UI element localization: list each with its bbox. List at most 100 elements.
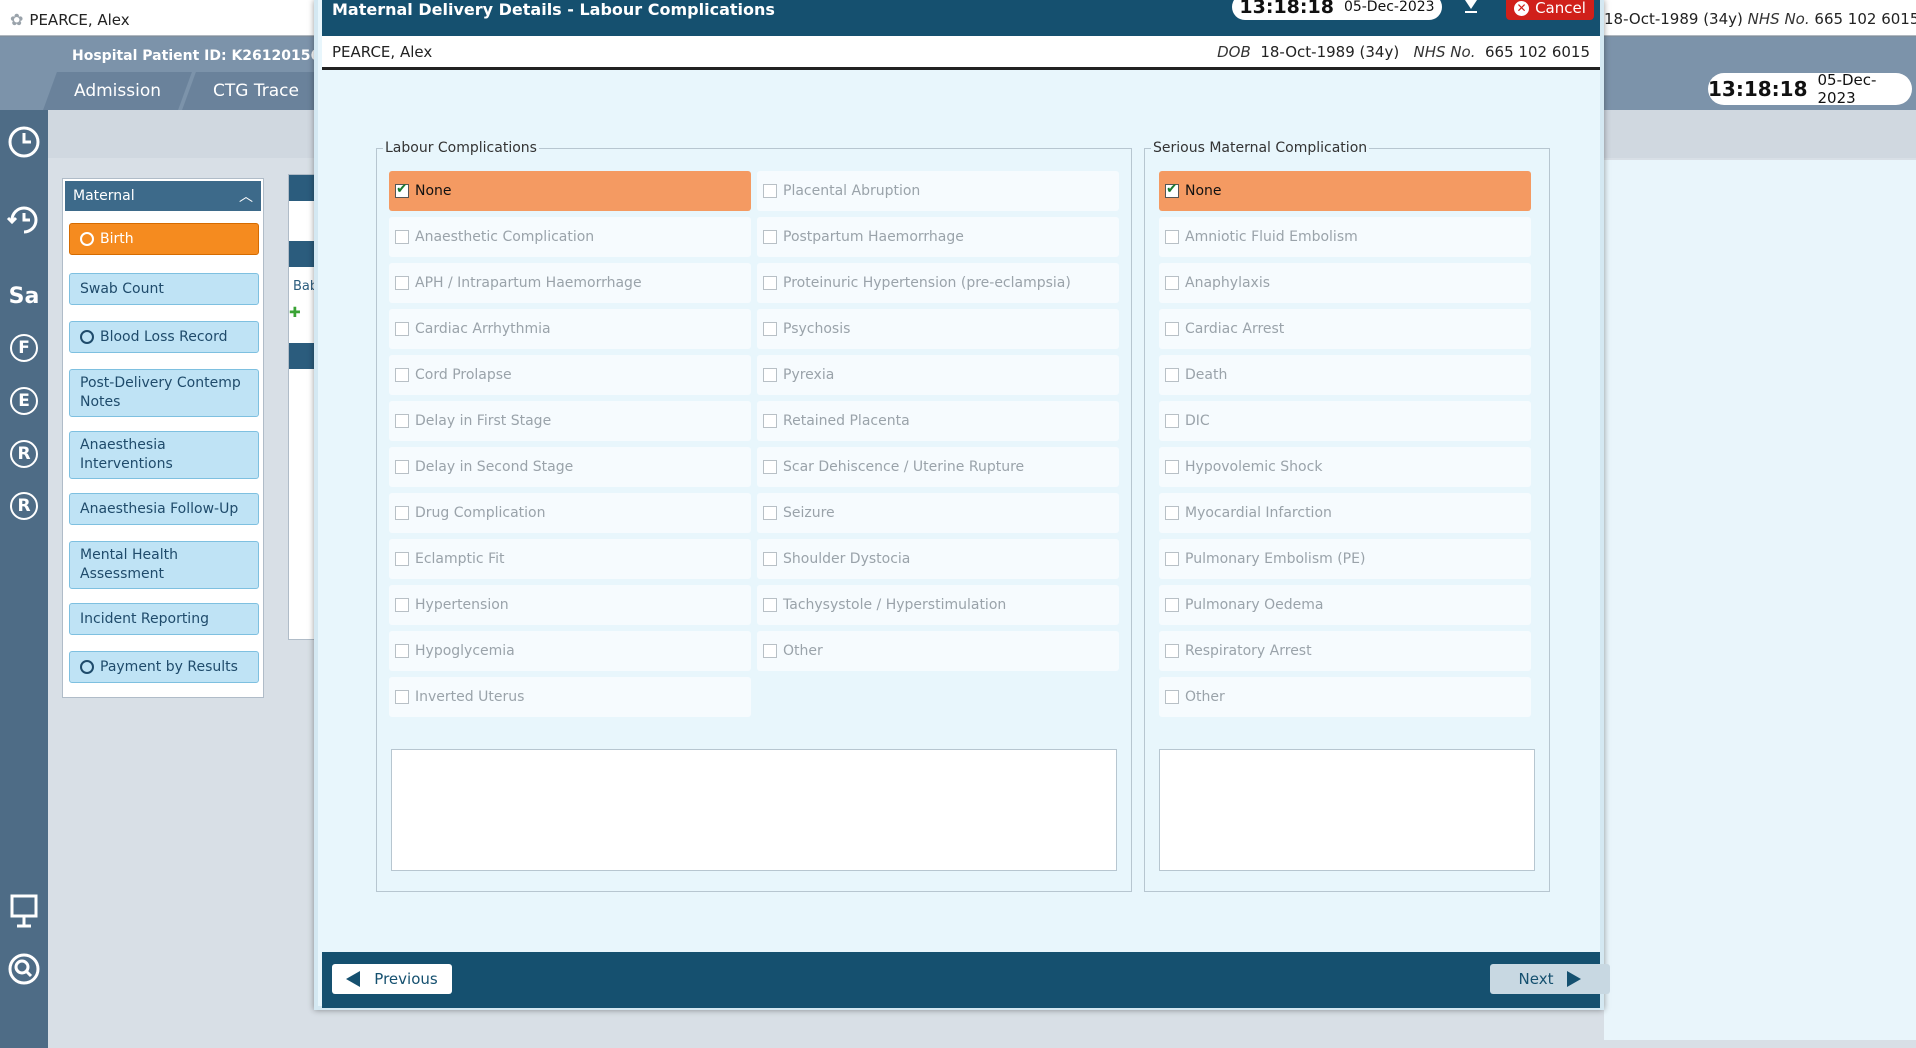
option-hypovolemic-shock[interactable]: Hypovolemic Shock xyxy=(1159,447,1531,487)
option-retained-placenta[interactable]: Retained Placenta xyxy=(757,401,1119,441)
side-letter-r2[interactable]: R xyxy=(10,492,38,520)
option-dic[interactable]: DIC xyxy=(1159,401,1531,441)
option-cardiac-arrhythmia[interactable]: Cardiac Arrhythmia xyxy=(389,309,751,349)
history-icon[interactable] xyxy=(0,202,48,242)
checkbox-icon[interactable] xyxy=(1165,506,1179,520)
option-delay-in-first-stage[interactable]: Delay in First Stage xyxy=(389,401,751,441)
option-cord-prolapse[interactable]: Cord Prolapse xyxy=(389,355,751,395)
checkbox-icon[interactable] xyxy=(763,506,777,520)
clock-icon[interactable] xyxy=(0,124,48,164)
option-seizure[interactable]: Seizure xyxy=(757,493,1119,533)
checkbox-icon[interactable] xyxy=(763,552,777,566)
previous-button[interactable]: Previous xyxy=(332,964,452,994)
option-none[interactable]: None xyxy=(1159,171,1531,211)
option-myocardial-infarction[interactable]: Myocardial Infarction xyxy=(1159,493,1531,533)
nav-item-swab-count[interactable]: Swab Count xyxy=(69,273,259,305)
checkbox-icon[interactable] xyxy=(1165,181,1179,198)
labour-complications-notes[interactable] xyxy=(391,749,1117,871)
side-letter-e[interactable]: E xyxy=(10,387,38,415)
download-icon[interactable] xyxy=(1462,0,1480,20)
option-label: Inverted Uterus xyxy=(415,689,525,705)
checkbox-icon[interactable] xyxy=(1165,690,1179,704)
option-other[interactable]: Other xyxy=(1159,677,1531,717)
checkbox-icon[interactable] xyxy=(763,368,777,382)
nav-item-birth[interactable]: Birth xyxy=(69,223,259,255)
option-death[interactable]: Death xyxy=(1159,355,1531,395)
option-pyrexia[interactable]: Pyrexia xyxy=(757,355,1119,395)
option-anaesthetic-complication[interactable]: Anaesthetic Complication xyxy=(389,217,751,257)
option-postpartum-haemorrhage[interactable]: Postpartum Haemorrhage xyxy=(757,217,1119,257)
option-amniotic-fluid-embolism[interactable]: Amniotic Fluid Embolism xyxy=(1159,217,1531,257)
checkbox-icon[interactable] xyxy=(1165,552,1179,566)
checkbox-icon[interactable] xyxy=(763,460,777,474)
checkbox-icon[interactable] xyxy=(395,690,409,704)
nav-item-incident-reporting[interactable]: Incident Reporting xyxy=(69,603,259,635)
checkbox-icon[interactable] xyxy=(1165,644,1179,658)
nav-item-mental-health-assessment[interactable]: Mental Health Assessment xyxy=(69,541,259,589)
checkbox-icon[interactable] xyxy=(1165,276,1179,290)
checkbox-icon[interactable] xyxy=(763,414,777,428)
checkbox-icon[interactable] xyxy=(395,506,409,520)
option-pulmonary-oedema[interactable]: Pulmonary Oedema xyxy=(1159,585,1531,625)
tab-admission[interactable]: Admission xyxy=(43,72,192,110)
maternal-panel-header[interactable]: Maternal ︿ xyxy=(65,181,261,211)
serious-complication-notes[interactable] xyxy=(1159,749,1535,871)
option-inverted-uterus[interactable]: Inverted Uterus xyxy=(389,677,751,717)
option-cardiac-arrest[interactable]: Cardiac Arrest xyxy=(1159,309,1531,349)
option-eclamptic-fit[interactable]: Eclamptic Fit xyxy=(389,539,751,579)
search-icon[interactable] xyxy=(0,952,48,990)
option-aph-intrapartum-haemorrhage[interactable]: APH / Intrapartum Haemorrhage xyxy=(389,263,751,303)
nav-item-post-delivery-notes[interactable]: Post-Delivery Contemp Notes xyxy=(69,369,259,417)
option-psychosis[interactable]: Psychosis xyxy=(757,309,1119,349)
checkbox-icon[interactable] xyxy=(763,322,777,336)
side-letter-f[interactable]: F xyxy=(10,334,38,362)
checkbox-icon[interactable] xyxy=(1165,414,1179,428)
checkbox-icon[interactable] xyxy=(395,368,409,382)
checkbox-icon[interactable] xyxy=(763,644,777,658)
nav-item-anaesthesia-interventions[interactable]: Anaesthesia Interventions xyxy=(69,431,259,479)
chevron-up-icon[interactable]: ︿ xyxy=(239,186,253,206)
side-letter-r1[interactable]: R xyxy=(10,440,38,468)
option-drug-complication[interactable]: Drug Complication xyxy=(389,493,751,533)
presentation-icon[interactable] xyxy=(0,892,48,934)
option-anaphylaxis[interactable]: Anaphylaxis xyxy=(1159,263,1531,303)
nav-item-blood-loss-record[interactable]: Blood Loss Record xyxy=(69,321,259,353)
checkbox-icon[interactable] xyxy=(763,230,777,244)
checkbox-icon[interactable] xyxy=(1165,368,1179,382)
checkbox-icon[interactable] xyxy=(395,644,409,658)
option-pulmonary-embolism-pe[interactable]: Pulmonary Embolism (PE) xyxy=(1159,539,1531,579)
checkbox-icon[interactable] xyxy=(395,230,409,244)
option-shoulder-dystocia[interactable]: Shoulder Dystocia xyxy=(757,539,1119,579)
option-proteinuric-hypertension-pre-eclampsia[interactable]: Proteinuric Hypertension (pre-eclampsia) xyxy=(757,263,1119,303)
checkbox-icon[interactable] xyxy=(1165,322,1179,336)
checkbox-icon[interactable] xyxy=(1165,598,1179,612)
option-none[interactable]: None xyxy=(389,171,751,211)
nav-item-anaesthesia-follow-up[interactable]: Anaesthesia Follow-Up xyxy=(69,493,259,525)
checkbox-icon[interactable] xyxy=(395,276,409,290)
nav-item-payment-by-results[interactable]: Payment by Results xyxy=(69,651,259,683)
cancel-button[interactable]: ✕ Cancel xyxy=(1506,0,1594,20)
checkbox-icon[interactable] xyxy=(395,322,409,336)
side-letter-sa[interactable]: Sa xyxy=(0,284,48,309)
option-scar-dehiscence-uterine-rupture[interactable]: Scar Dehiscence / Uterine Rupture xyxy=(757,447,1119,487)
checkbox-icon[interactable] xyxy=(763,598,777,612)
checkbox-icon[interactable] xyxy=(1165,460,1179,474)
option-other[interactable]: Other xyxy=(757,631,1119,671)
checkbox-icon[interactable] xyxy=(763,184,777,198)
option-hypertension[interactable]: Hypertension xyxy=(389,585,751,625)
option-hypoglycemia[interactable]: Hypoglycemia xyxy=(389,631,751,671)
option-respiratory-arrest[interactable]: Respiratory Arrest xyxy=(1159,631,1531,671)
checkbox-icon[interactable] xyxy=(395,552,409,566)
next-button[interactable]: Next xyxy=(1490,964,1610,994)
option-placental-abruption[interactable]: Placental Abruption xyxy=(757,171,1119,211)
add-icon[interactable]: ✚ xyxy=(289,305,301,321)
checkbox-icon[interactable] xyxy=(763,276,777,290)
option-tachysystole-hyperstimulation[interactable]: Tachysystole / Hyperstimulation xyxy=(757,585,1119,625)
checkbox-icon[interactable] xyxy=(395,181,409,198)
checkbox-icon[interactable] xyxy=(1165,230,1179,244)
checkbox-icon[interactable] xyxy=(395,460,409,474)
checkbox-icon[interactable] xyxy=(395,414,409,428)
tab-ctg-trace[interactable]: CTG Trace xyxy=(182,72,330,110)
checkbox-icon[interactable] xyxy=(395,598,409,612)
option-delay-in-second-stage[interactable]: Delay in Second Stage xyxy=(389,447,751,487)
